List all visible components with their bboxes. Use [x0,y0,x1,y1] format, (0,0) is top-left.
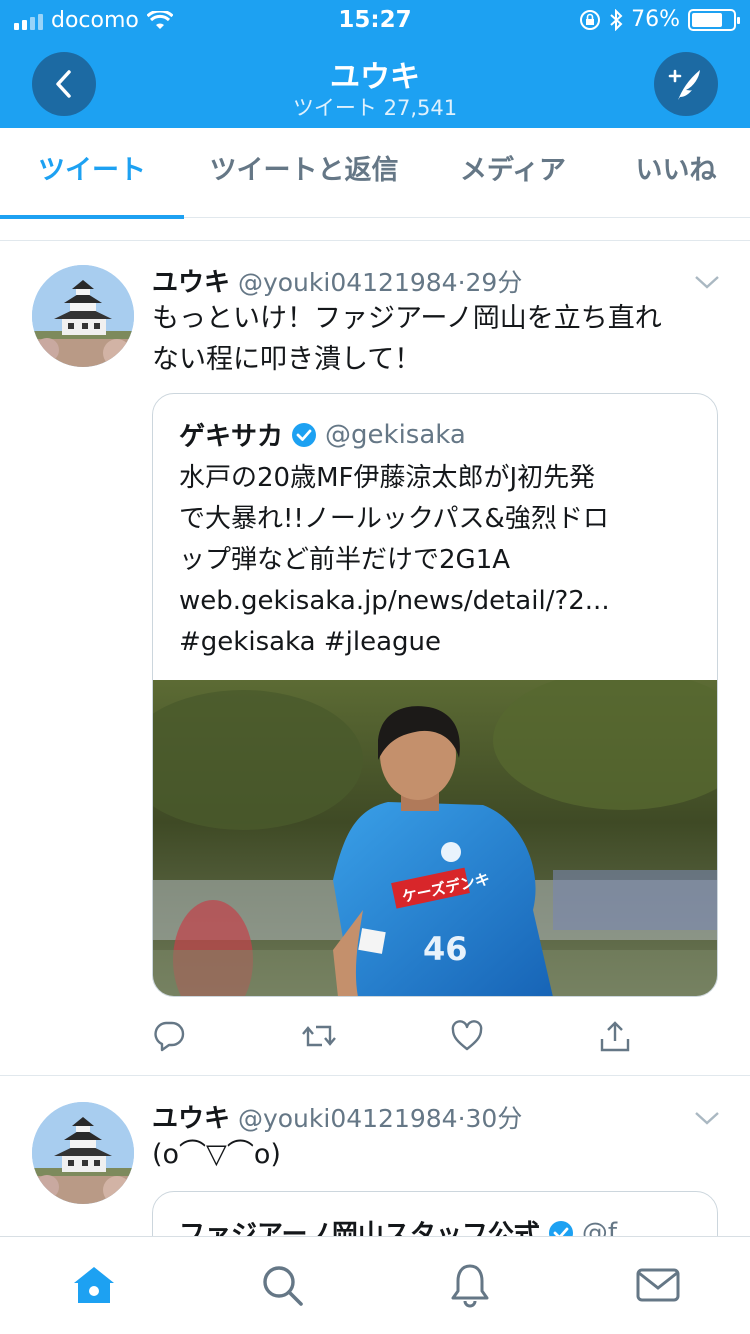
tweet[interactable]: ユウキ @youki04121984·30分 (o⌒▽⌒o) ファジアーノ岡山ス… [0,1076,750,1236]
home-icon[interactable] [70,1261,118,1309]
timestamp[interactable]: 29分 [466,268,523,297]
tweet-text-line: (o⌒▽⌒o) [152,1139,281,1170]
quoted-text-line: 水戸の20歳MF伊藤涼太郎がJ初先発 [179,463,596,493]
chevron-down-icon[interactable] [694,274,720,290]
compose-icon [668,69,700,100]
compose-button[interactable] [654,52,718,116]
tweet[interactable]: ユウキ @youki04121984·29分 もっといけ！ファジアーノ岡山を立ち… [0,218,750,1076]
separator-dot: · [457,268,466,297]
verified-badge-icon [548,1220,573,1236]
quoted-tweet[interactable]: ファジアーノ岡山スタッフ公式 @f [152,1191,718,1236]
handle[interactable]: @youki04121984 [238,1104,458,1133]
tab-media[interactable]: メディア [424,128,602,217]
status-bar: docomo 15:27 76% [0,0,750,40]
share-icon[interactable] [598,1019,632,1053]
nav-row: ユウキ ツイート 27,541 [0,40,750,128]
quoted-display-name: ファジアーノ岡山スタッフ公式 [179,1220,540,1236]
top-bar: docomo 15:27 76% ユウキ ツイート 27,541 [0,0,750,128]
rotation-lock-icon [580,9,601,30]
display-name[interactable]: ユウキ [152,268,230,298]
chevron-down-icon[interactable] [694,1110,720,1126]
heart-icon[interactable] [450,1019,484,1053]
quoted-text-line: で大暴れ!!ノールックパス&強烈ドロ [179,504,609,534]
reply-icon[interactable] [152,1019,186,1053]
verified-badge-icon [292,422,317,447]
tweet-count: ツイート 27,541 [292,96,458,120]
timestamp[interactable]: 30分 [466,1104,523,1133]
retweet-icon[interactable] [300,1019,338,1053]
tweet-text-line: ない程に叩き潰して！ [152,344,422,375]
profile-tabs: ツイート ツイートと返信 メディア いいね [0,128,750,219]
quoted-link[interactable]: web.gekisaka.jp/news/detail/?2... [179,581,699,622]
quoted-handle: @gekisaka [325,419,466,450]
tweet-text: もっといけ！ファジアーノ岡山を立ち直れ ない程に叩き潰して！ [152,298,727,380]
tweet-text-line: もっといけ！ファジアーノ岡山を立ち直れ [152,303,662,334]
tweet-text: (o⌒▽⌒o) [152,1134,727,1175]
avatar[interactable] [32,1102,134,1204]
tab-tweets[interactable]: ツイート [0,128,184,219]
avatar[interactable] [32,265,134,367]
battery-percent: 76% [631,7,680,32]
quoted-tweet[interactable]: ゲキサカ @gekisaka 水戸の20歳MF伊藤涼太郎がJ初先発 で大暴れ!!… [152,393,718,997]
profile-name-title: ユウキ [330,60,420,95]
handle[interactable]: @youki04121984 [238,268,458,297]
media-image[interactable]: ケーズデンキ 46 [153,680,717,996]
bluetooth-icon [610,8,623,31]
tweet-header: ユウキ @youki04121984·29分 [152,262,522,299]
mail-icon[interactable] [634,1261,682,1309]
quoted-tweet-header: ファジアーノ岡山スタッフ公式 @f [179,1214,617,1236]
quoted-tweet-header: ゲキサカ @gekisaka [179,416,466,453]
quoted-handle: @f [581,1217,618,1237]
tab-likes[interactable]: いいね [602,128,750,217]
display-name[interactable]: ユウキ [152,1104,230,1134]
quoted-display-name: ゲキサカ [179,422,284,452]
separator-dot: · [457,1104,466,1133]
status-right: 76% [579,7,740,32]
tweet-actions [152,1019,632,1059]
bottom-tab-bar [0,1236,750,1334]
timeline[interactable]: ユウキ @youki04121984·29分 もっといけ！ファジアーノ岡山を立ち… [0,218,750,1236]
jersey-number-text: 46 [423,930,468,968]
search-icon[interactable] [258,1261,306,1309]
quoted-text-line: ップ弾など前半だけで2G1A [179,545,511,575]
quoted-hashtags[interactable]: #gekisaka #jleague [179,622,699,663]
quoted-text: 水戸の20歳MF伊藤涼太郎がJ初先発 で大暴れ!!ノールックパス&強烈ドロ ップ… [179,458,699,663]
bell-icon[interactable] [446,1261,494,1309]
battery-icon [688,8,740,31]
tweet-header: ユウキ @youki04121984·30分 [152,1098,522,1135]
tab-tweets-and-replies[interactable]: ツイートと返信 [184,128,424,217]
